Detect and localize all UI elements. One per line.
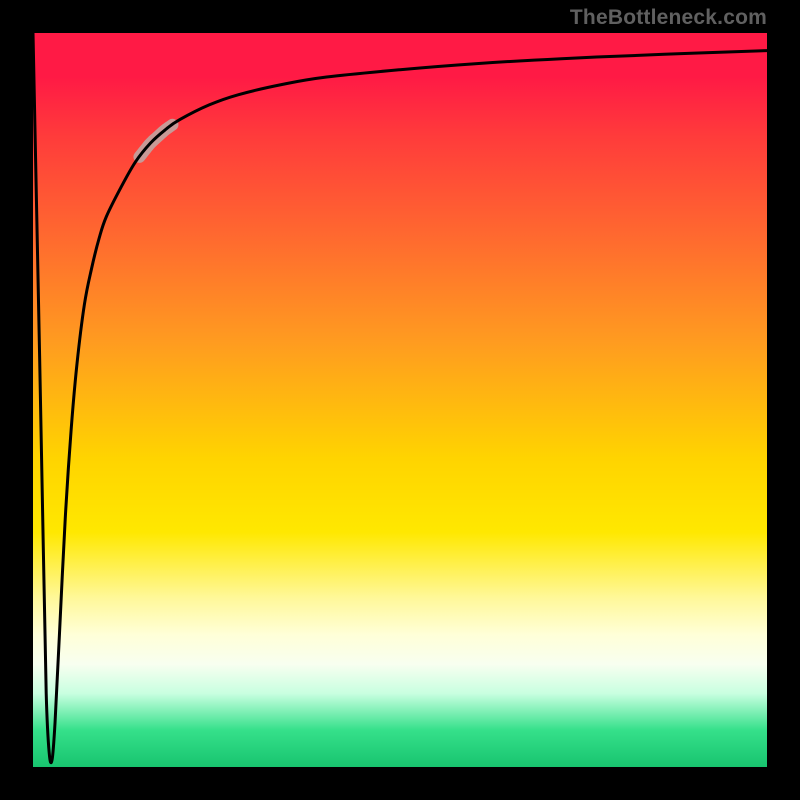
plot-area	[33, 33, 767, 767]
outer-frame: TheBottleneck.com	[0, 0, 800, 800]
curve-line	[33, 33, 767, 763]
attribution-label: TheBottleneck.com	[570, 6, 767, 30]
curve-svg	[33, 33, 767, 767]
